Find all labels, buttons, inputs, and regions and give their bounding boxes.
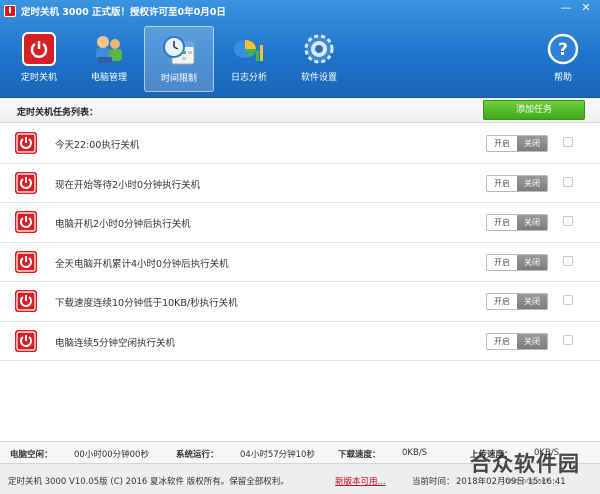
task-text: 电脑开机2小时0分钟后执行关机 <box>55 219 191 230</box>
task-toggle: 开启 关闭 <box>486 214 548 231</box>
run-value: 04小时57分钟10秒 <box>240 450 315 460</box>
delete-task-icon[interactable] <box>563 334 573 345</box>
delete-task-icon[interactable] <box>563 216 573 226</box>
disable-button[interactable]: 关闭 <box>517 136 547 151</box>
watermark-text: 合众软件园 <box>470 452 580 476</box>
task-text: 今天22:00执行关机 <box>55 140 140 151</box>
current-time-label: 当前时间： <box>412 477 455 487</box>
tool-label: 软件设置 <box>300 73 337 83</box>
task-toggle: 开启 关闭 <box>486 135 548 152</box>
main-toolbar: 定时关机 电脑管理 时间限制 日志分析 软件设置 ? 帮助 <box>0 22 600 96</box>
task-row: 全天电脑开机累计4小时0分钟后执行关机 开启 关闭 <box>0 243 600 282</box>
download-value: 0KB/S <box>402 448 428 458</box>
tool-label: 日志分析 <box>230 73 267 83</box>
delete-task-icon[interactable] <box>563 255 573 266</box>
task-row: 现在开始等待2小时0分钟执行关机 开启 关闭 <box>0 164 600 203</box>
tool-help[interactable]: ? 帮助 <box>528 26 598 92</box>
task-row: 电脑连续5分钟空闲执行关机 开启 关闭 <box>0 322 600 361</box>
disable-button[interactable]: 关闭 <box>517 254 547 270</box>
delete-task-icon[interactable] <box>563 176 573 187</box>
enable-button[interactable]: 开启 <box>487 254 517 270</box>
tool-label: 帮助 <box>553 73 572 83</box>
close-button[interactable]: ✕ <box>576 0 596 16</box>
task-text: 全天电脑开机累计4小时0分钟后执行关机 <box>55 258 229 270</box>
delete-task-icon[interactable] <box>563 137 573 147</box>
enable-button[interactable]: 开启 <box>487 333 517 349</box>
clock-calendar-icon <box>162 33 196 67</box>
power-icon <box>15 132 37 154</box>
task-toggle: 开启 关闭 <box>486 332 548 350</box>
task-text: 现在开始等待2小时0分钟执行关机 <box>55 179 201 191</box>
tool-software-settings[interactable]: 软件设置 <box>284 26 354 92</box>
minimize-button[interactable]: — <box>556 0 576 16</box>
gear-icon <box>302 32 336 66</box>
delete-task-icon[interactable] <box>563 295 573 305</box>
app-header: 定时关机 3000 正式版！授权许可至0年0月0日 — ✕ 定时关机 电脑管理 … <box>0 0 600 98</box>
copyright-text: 定时关机 3000 V10.05版 (C) 2016 夏冰软件 版权所有。保留全… <box>8 477 289 487</box>
idle-value: 00小时00分钟00秒 <box>74 450 149 460</box>
task-row: 电脑开机2小时0分钟后执行关机 开启 关闭 <box>0 203 600 243</box>
power-icon <box>15 211 37 233</box>
task-list-title: 定时关机任务列表： <box>17 108 99 118</box>
download-label: 下载速度： <box>338 450 381 460</box>
power-icon <box>15 171 37 194</box>
disable-button[interactable]: 关闭 <box>517 333 547 349</box>
power-icon <box>15 290 37 312</box>
window-controls: — ✕ <box>556 0 596 16</box>
disable-button[interactable]: 关闭 <box>517 215 547 230</box>
tool-log-analysis[interactable]: 日志分析 <box>214 26 284 92</box>
run-label: 系统运行： <box>176 450 219 460</box>
enable-button[interactable]: 开启 <box>487 136 517 151</box>
task-toggle: 开启 关闭 <box>486 293 548 310</box>
power-icon <box>22 32 56 66</box>
app-logo-icon <box>4 5 16 17</box>
disable-button[interactable]: 关闭 <box>517 294 547 309</box>
enable-button[interactable]: 开启 <box>487 215 517 230</box>
task-list: 今天22:00执行关机 开启 关闭 现在开始等待2小时0分钟执行关机 开启 关闭 电脑开机2… <box>0 124 600 361</box>
power-icon <box>15 329 37 352</box>
help-icon: ? <box>546 32 580 66</box>
task-row: 下载速度连续10分钟低于10KB/秒执行关机 开启 关闭 <box>0 282 600 322</box>
power-icon <box>15 250 37 273</box>
watermark-url: hezhong.net <box>505 477 549 485</box>
computer-manage-icon <box>92 32 126 66</box>
tool-shutdown[interactable]: 定时关机 <box>4 26 74 92</box>
disable-button[interactable]: 关闭 <box>517 175 547 191</box>
add-task-button[interactable]: 添加任务 <box>483 100 585 120</box>
tool-time-limit[interactable]: 时间限制 <box>144 26 214 92</box>
enable-button[interactable]: 开启 <box>487 175 517 191</box>
enable-button[interactable]: 开启 <box>487 294 517 309</box>
svg-text:?: ? <box>558 40 568 60</box>
log-chart-icon <box>232 32 266 66</box>
tool-label: 电脑管理 <box>90 73 127 83</box>
idle-label: 电脑空闲： <box>10 450 53 460</box>
task-toggle: 开启 关闭 <box>486 253 548 271</box>
task-toggle: 开启 关闭 <box>486 174 548 192</box>
tool-computer-manage[interactable]: 电脑管理 <box>74 26 144 92</box>
task-text: 下载速度连续10分钟低于10KB/秒执行关机 <box>55 298 238 309</box>
new-version-link[interactable]: 新版本可用... <box>335 475 386 487</box>
title-bar: 定时关机 3000 正式版！授权许可至0年0月0日 <box>0 0 600 22</box>
window-title: 定时关机 3000 正式版！授权许可至0年0月0日 <box>21 7 226 18</box>
tool-label: 定时关机 <box>20 73 57 83</box>
tool-label: 时间限制 <box>160 74 197 84</box>
task-text: 电脑连续5分钟空闲执行关机 <box>55 337 176 349</box>
task-row: 今天22:00执行关机 开启 关闭 <box>0 124 600 164</box>
